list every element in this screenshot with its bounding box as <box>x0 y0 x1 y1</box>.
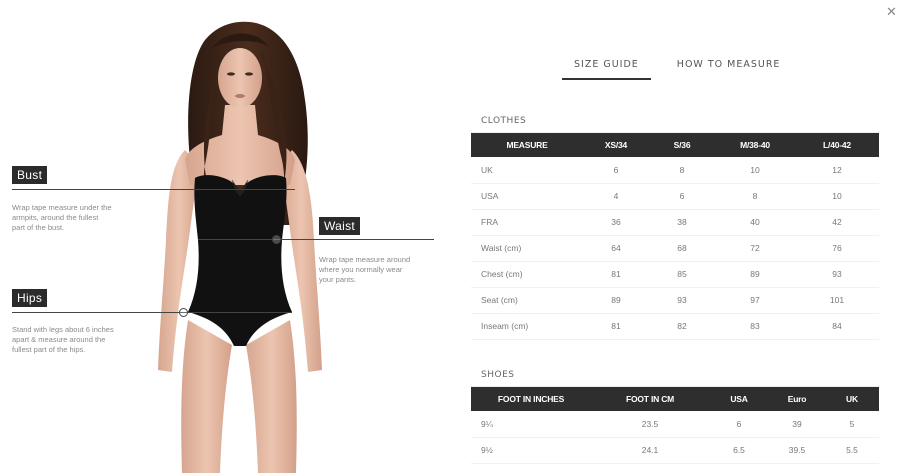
table-cell: 97 <box>715 287 795 314</box>
table-cell: 12 <box>795 157 879 184</box>
bust-label: Bust <box>12 166 48 184</box>
table-row: FRA 36 38 40 42 <box>471 209 879 236</box>
table-cell: 101 <box>795 287 879 314</box>
table-cell: 81 <box>583 261 649 288</box>
table-cell: 38 <box>649 209 715 236</box>
table-cell: 83 <box>715 313 795 340</box>
table-header-row: FOOT IN INCHES FOOT IN CM USA Euro UK <box>471 387 879 411</box>
clothes-section: CLOTHES MEASURE XS/34 S/36 M/38-40 L/40-… <box>471 116 879 340</box>
column-header: FOOT IN CM <box>591 387 709 411</box>
column-header: MEASURE <box>471 133 583 157</box>
model-illustration <box>158 21 322 473</box>
table-cell: 81 <box>583 313 649 340</box>
table-cell: 10 <box>795 183 879 210</box>
shoes-title: SHOES <box>481 370 515 380</box>
row-label: FRA <box>471 209 583 236</box>
column-header: USA <box>709 387 769 411</box>
table-cell: 64 <box>583 235 649 262</box>
column-header: Euro <box>769 387 825 411</box>
close-icon[interactable]: ✕ <box>886 4 898 20</box>
table-cell: 89 <box>715 261 795 288</box>
table-cell: 93 <box>649 287 715 314</box>
table-cell: 36 <box>583 209 649 236</box>
table-cell: 6 <box>583 157 649 184</box>
shoes-size-table: FOOT IN INCHES FOOT IN CM USA Euro UK 9¼… <box>471 387 879 464</box>
table-cell: 6.5 <box>709 437 769 464</box>
table-cell: 39 <box>769 411 825 438</box>
table-cell: 85 <box>649 261 715 288</box>
table-row: USA 4 6 8 10 <box>471 183 879 210</box>
table-row: Seat (cm) 89 93 97 101 <box>471 287 879 314</box>
table-cell: 72 <box>715 235 795 262</box>
row-label: UK <box>471 157 583 184</box>
table-cell: 6 <box>649 183 715 210</box>
size-guide-tabs: SIZE GUIDE HOW TO MEASURE <box>562 56 792 80</box>
table-cell: 10 <box>715 157 795 184</box>
table-cell: 68 <box>649 235 715 262</box>
table-cell: 24.1 <box>591 437 709 464</box>
clothes-title: CLOTHES <box>481 116 527 126</box>
row-label: USA <box>471 183 583 210</box>
table-row: Waist (cm) 64 68 72 76 <box>471 235 879 262</box>
row-label: 9½ <box>471 437 591 464</box>
column-header: S/36 <box>649 133 715 157</box>
row-label: Waist (cm) <box>471 235 583 262</box>
table-cell: 5 <box>825 411 879 438</box>
table-cell: 8 <box>715 183 795 210</box>
tab-size-guide[interactable]: SIZE GUIDE <box>562 56 651 80</box>
waist-marker-dot <box>272 235 281 244</box>
table-cell: 76 <box>795 235 879 262</box>
hips-label: Hips <box>12 289 48 307</box>
row-label: 9¼ <box>471 411 591 438</box>
tab-how-to-measure[interactable]: HOW TO MEASURE <box>665 56 793 80</box>
row-label: Chest (cm) <box>471 261 583 288</box>
shoes-section: SHOES FOOT IN INCHES FOOT IN CM USA Euro… <box>471 370 879 464</box>
bust-guide-line <box>12 189 295 190</box>
column-header: FOOT IN INCHES <box>471 387 591 411</box>
table-cell: 93 <box>795 261 879 288</box>
table-row: Chest (cm) 81 85 89 93 <box>471 261 879 288</box>
waist-label: Waist <box>319 217 361 235</box>
hips-guide-line <box>12 312 292 313</box>
table-cell: 39.5 <box>769 437 825 464</box>
hips-marker-dot <box>179 308 188 317</box>
table-cell: 4 <box>583 183 649 210</box>
row-label: Inseam (cm) <box>471 313 583 340</box>
waist-guide-line <box>198 239 434 240</box>
table-cell: 82 <box>649 313 715 340</box>
table-cell: 5.5 <box>825 437 879 464</box>
table-header-row: MEASURE XS/34 S/36 M/38-40 L/40-42 <box>471 133 879 157</box>
bust-description: Wrap tape measure under the armpits, aro… <box>12 203 112 232</box>
table-cell: 84 <box>795 313 879 340</box>
table-cell: 40 <box>715 209 795 236</box>
table-cell: 23.5 <box>591 411 709 438</box>
table-cell: 89 <box>583 287 649 314</box>
table-row: Inseam (cm) 81 82 83 84 <box>471 313 879 340</box>
table-row: UK 6 8 10 12 <box>471 157 879 184</box>
table-row: 9½ 24.1 6.5 39.5 5.5 <box>471 437 879 464</box>
table-row: 9¼ 23.5 6 39 5 <box>471 411 879 438</box>
table-cell: 6 <box>709 411 769 438</box>
figure-panel: Bust Wrap tape measure under the armpits… <box>0 0 450 473</box>
waist-description: Wrap tape measure around where you norma… <box>319 255 411 284</box>
column-header: UK <box>825 387 879 411</box>
row-label: Seat (cm) <box>471 287 583 314</box>
table-cell: 8 <box>649 157 715 184</box>
table-cell: 42 <box>795 209 879 236</box>
clothes-size-table: MEASURE XS/34 S/36 M/38-40 L/40-42 UK 6 … <box>471 133 879 340</box>
column-header: M/38-40 <box>715 133 795 157</box>
column-header: L/40-42 <box>795 133 879 157</box>
hips-description: Stand with legs about 6 inches apart & m… <box>12 325 114 354</box>
column-header: XS/34 <box>583 133 649 157</box>
